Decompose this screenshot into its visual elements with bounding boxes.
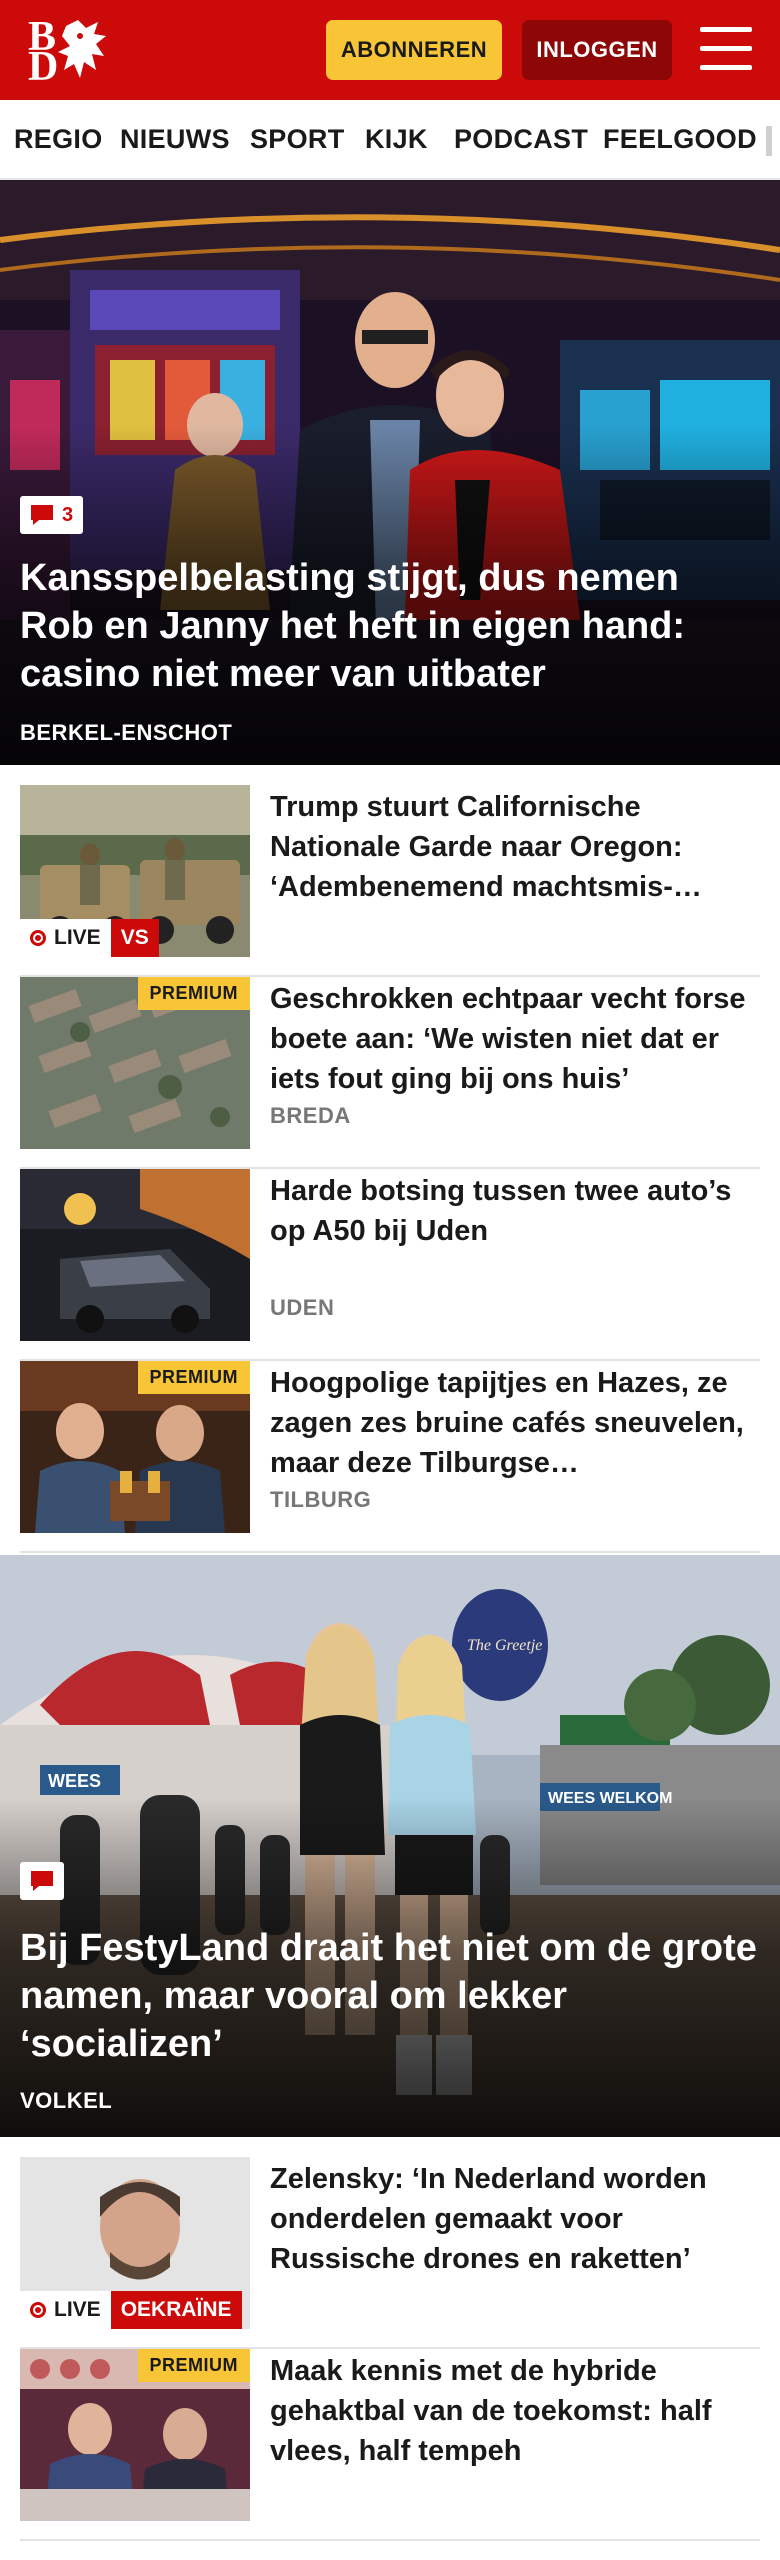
live-badge: LIVE OEKRAÏNE [20, 2291, 242, 2329]
svg-text:WEES: WEES [48, 1771, 101, 1791]
article-title[interactable]: Hoogpolige tapijtjes en Hazes, ze zagen … [270, 1363, 760, 1483]
hero-title[interactable]: Bij FestyLand draait het niet om de grot… [20, 1924, 760, 2068]
premium-badge: PREMIUM [137, 2349, 250, 2382]
comment-icon [31, 1871, 53, 1891]
comment-icon-badge[interactable] [20, 1862, 64, 1900]
hero-article-casino[interactable]: 3 Kansspelbelasting stijgt, dus nemen Ro… [0, 180, 780, 765]
hero-location: BERKEL-ENSCHOT [20, 720, 233, 745]
list-item[interactable]: LIVE OEKRAÏNE Zelensky: ‘In Nederland wo… [20, 2157, 760, 2349]
list-item[interactable]: LIVE VS Trump stuurt Californische Natio… [20, 785, 760, 977]
live-dot-icon [30, 930, 46, 946]
article-title[interactable]: Maak kennis met de hybride gehaktbal van… [270, 2351, 760, 2471]
thumbnail-butcher: PREMIUM [20, 2349, 250, 2521]
article-title[interactable]: Geschrokken echtpaar vecht forse boete a… [270, 979, 760, 1099]
comment-count-badge[interactable]: 3 [20, 496, 84, 534]
hero-title[interactable]: Kansspelbelasting stijgt, dus nemen Rob … [20, 554, 760, 698]
nav-item-nieuws[interactable]: NIEUWS [120, 124, 230, 155]
thumbnail-zelensky: LIVE OEKRAÏNE [20, 2157, 250, 2329]
list-item[interactable]: Harde botsing tussen twee auto’s op A50 … [20, 1169, 760, 1361]
nav-item-kijk[interactable]: KIJK [365, 124, 428, 155]
article-location: UDEN [270, 1295, 335, 1320]
article-location: TILBURG [270, 1487, 372, 1512]
live-label: LIVE [54, 926, 101, 949]
logo-letter-d: D [28, 44, 59, 90]
article-location: BREDA [270, 1103, 351, 1128]
topic-tag: OEKRAÏNE [110, 2291, 242, 2329]
comment-count: 3 [62, 503, 74, 526]
article-title[interactable]: Trump stuurt Californische Nationale Gar… [270, 787, 760, 907]
hero-article-festyland[interactable]: WEES WEES WELKOM The Greetje [0, 1555, 780, 2137]
login-button[interactable]: INLOGGEN [522, 20, 672, 80]
premium-badge: PREMIUM [137, 977, 250, 1010]
live-dot-icon [30, 2302, 46, 2318]
article-title[interactable]: Harde botsing tussen twee auto’s op A50 … [270, 1171, 760, 1251]
thumbnail-car-crash [20, 1169, 250, 1341]
live-badge: LIVE VS [20, 919, 159, 957]
premium-badge: PREMIUM [137, 1361, 250, 1394]
section-nav: REGIO NIEUWS SPORT KIJK PODCAST FEELGOOD [0, 100, 780, 180]
site-header: B D ABONNEREN INLOGGEN [0, 0, 780, 100]
nav-item-sport[interactable]: SPORT [250, 124, 345, 155]
dragon-icon [58, 20, 106, 78]
article-title[interactable]: Zelensky: ‘In Nederland worden onderdele… [270, 2159, 760, 2279]
nav-item-feelgood[interactable]: FEELGOOD [603, 124, 757, 155]
subscribe-button[interactable]: ABONNEREN [326, 20, 502, 80]
nav-item-regio[interactable]: REGIO [14, 124, 103, 155]
hamburger-menu-icon[interactable] [700, 27, 752, 71]
topic-tag: VS [110, 919, 159, 957]
thumbnail-aerial-houses: PREMIUM [20, 977, 250, 1149]
bd-logo[interactable]: B D [26, 16, 116, 90]
thumbnail-trump: LIVE VS [20, 785, 250, 957]
list-item[interactable]: PREMIUM Geschrokken echtpaar vecht forse… [20, 977, 760, 1169]
nav-overflow-indicator [766, 126, 772, 156]
hero-location: VOLKEL [20, 2088, 113, 2113]
list-item[interactable]: PREMIUM Maak kennis met de hybride gehak… [20, 2349, 760, 2541]
thumbnail-cafe: PREMIUM [20, 1361, 250, 1533]
live-label: LIVE [54, 2298, 101, 2321]
comment-icon [31, 505, 53, 525]
list-item[interactable]: PREMIUM Hoogpolige tapijtjes en Hazes, z… [20, 1361, 760, 1553]
nav-item-podcast[interactable]: PODCAST [454, 124, 588, 155]
balloon-text: The Greetje [467, 1637, 542, 1654]
